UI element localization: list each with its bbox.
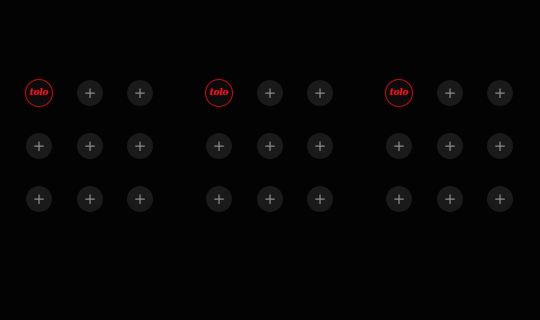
add-slot-button[interactable]: + (206, 186, 232, 212)
add-slot-button[interactable]: + (487, 133, 513, 159)
plus-icon: + (263, 83, 277, 102)
plus-icon: + (313, 136, 327, 155)
add-slot-button[interactable]: + (386, 133, 412, 159)
plus-icon: + (392, 189, 406, 208)
add-slot-button[interactable]: + (257, 133, 283, 159)
plus-icon: + (32, 189, 46, 208)
add-slot-button[interactable]: + (487, 80, 513, 106)
slot-grid-2: tolo + + + + + + + + (194, 68, 344, 228)
add-slot-button[interactable]: + (127, 133, 153, 159)
plus-icon: + (133, 189, 147, 208)
plus-icon: + (32, 136, 46, 155)
plus-icon: + (443, 83, 457, 102)
plus-icon: + (133, 83, 147, 102)
plus-icon: + (313, 83, 327, 102)
logo-icon: tolo (389, 88, 409, 98)
screen: tolo + + + + + + + + tolo + + + + + + + … (0, 0, 540, 320)
plus-icon: + (133, 136, 147, 155)
slot-grid-1: tolo + + + + + + + + (14, 68, 164, 228)
plus-icon: + (263, 189, 277, 208)
plus-icon: + (83, 189, 97, 208)
add-slot-button[interactable]: + (307, 186, 333, 212)
add-slot-button[interactable]: + (386, 186, 412, 212)
logo-icon: tolo (29, 88, 49, 98)
add-slot-button[interactable]: + (77, 186, 103, 212)
plus-icon: + (212, 189, 226, 208)
add-slot-button[interactable]: + (437, 80, 463, 106)
add-slot-button[interactable]: + (437, 133, 463, 159)
add-slot-button[interactable]: + (77, 80, 103, 106)
add-slot-button[interactable]: + (487, 186, 513, 212)
add-slot-button[interactable]: + (257, 186, 283, 212)
slot-grid-3: tolo + + + + + + + + (374, 68, 524, 228)
plus-icon: + (83, 136, 97, 155)
plus-icon: + (392, 136, 406, 155)
plus-icon: + (212, 136, 226, 155)
plus-icon: + (443, 189, 457, 208)
plus-icon: + (493, 189, 507, 208)
plus-icon: + (493, 136, 507, 155)
add-slot-button[interactable]: + (26, 186, 52, 212)
add-slot-button[interactable]: + (127, 80, 153, 106)
logo-badge[interactable]: tolo (386, 80, 412, 106)
add-slot-button[interactable]: + (26, 133, 52, 159)
logo-badge[interactable]: tolo (206, 80, 232, 106)
add-slot-button[interactable]: + (307, 133, 333, 159)
add-slot-button[interactable]: + (257, 80, 283, 106)
add-slot-button[interactable]: + (437, 186, 463, 212)
plus-icon: + (313, 189, 327, 208)
add-slot-button[interactable]: + (206, 133, 232, 159)
plus-icon: + (493, 83, 507, 102)
logo-icon: tolo (209, 88, 229, 98)
plus-icon: + (443, 136, 457, 155)
plus-icon: + (83, 83, 97, 102)
plus-icon: + (263, 136, 277, 155)
add-slot-button[interactable]: + (307, 80, 333, 106)
add-slot-button[interactable]: + (77, 133, 103, 159)
logo-badge[interactable]: tolo (26, 80, 52, 106)
add-slot-button[interactable]: + (127, 186, 153, 212)
